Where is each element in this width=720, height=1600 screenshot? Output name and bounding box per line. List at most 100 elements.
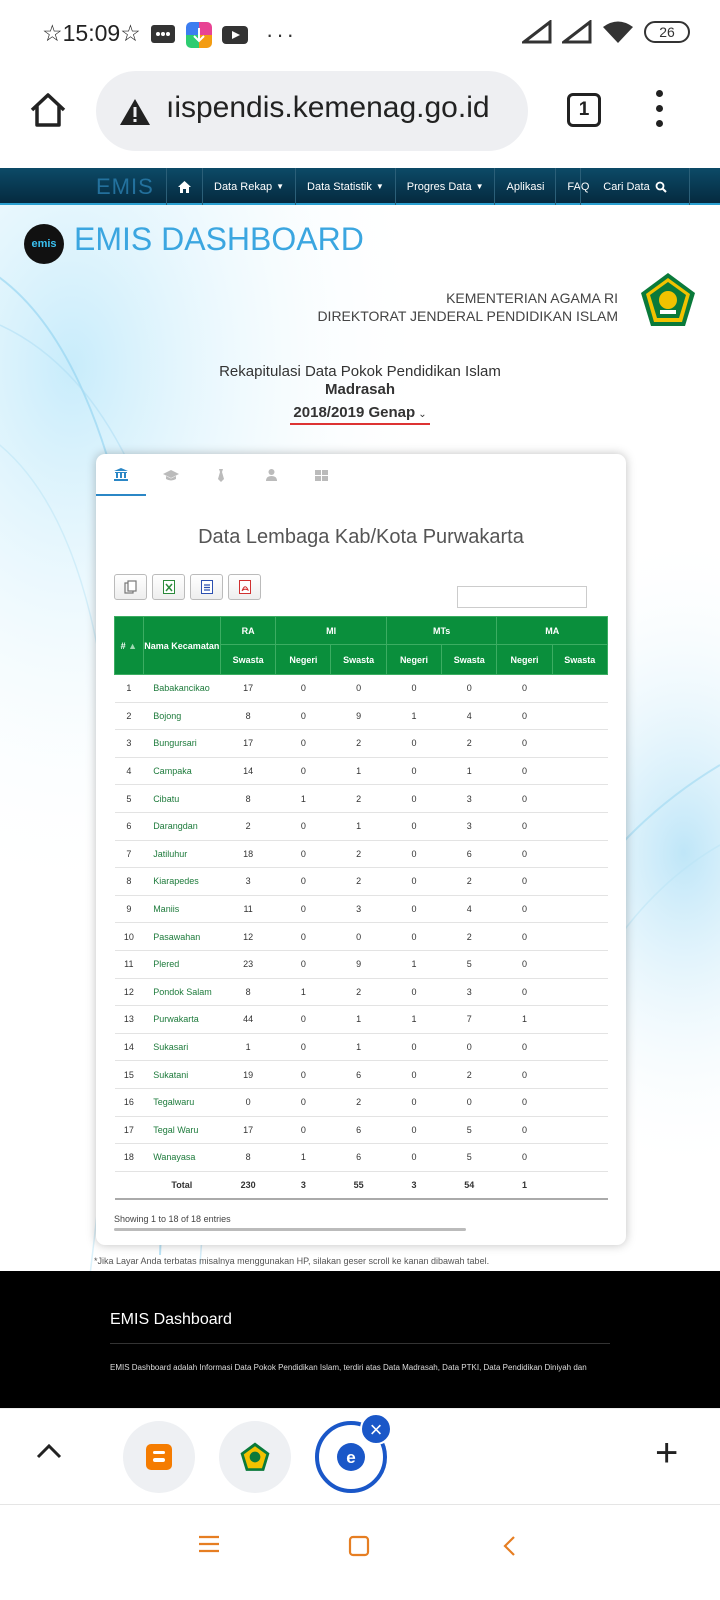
system-navigation — [0, 1504, 720, 1600]
horizontal-scrollbar[interactable] — [114, 1228, 466, 1231]
home-icon[interactable] — [28, 90, 68, 130]
header-kecamatan[interactable]: Nama Kecamatan — [142, 616, 221, 675]
site-navbar: EMIS Data Rekap ▼ Data Statistik ▼ Progres… — [0, 168, 720, 205]
card-tabs — [96, 454, 626, 496]
kecamatan-link[interactable]: Sukasari — [143, 1033, 221, 1062]
value-cell: 3 — [441, 978, 497, 1007]
tab-siswa[interactable] — [146, 454, 196, 496]
value-cell: 0 — [386, 1116, 442, 1145]
tab-kemenag[interactable] — [219, 1421, 291, 1493]
menu-icon[interactable] — [198, 1535, 220, 1553]
nav-aplikasi[interactable]: Aplikasi — [494, 168, 555, 205]
value-cell-clipped — [552, 757, 608, 786]
kecamatan-link[interactable]: Wanayasa — [143, 1143, 221, 1172]
nav-progres-data[interactable]: Progres Data ▼ — [394, 168, 495, 205]
kecamatan-link[interactable]: Cibatu — [143, 784, 221, 813]
kecamatan-link[interactable]: Darangdan — [143, 812, 221, 841]
kecamatan-link[interactable]: Bojong — [143, 702, 221, 731]
csv-button[interactable] — [190, 574, 223, 600]
row-number: 16 — [114, 1088, 144, 1117]
tab-switcher-button[interactable]: 1 — [567, 93, 601, 127]
kecamatan-link[interactable]: Plered — [143, 950, 221, 979]
kecamatan-link[interactable]: Pasawahan — [143, 922, 221, 951]
value-cell: 5 — [441, 1116, 497, 1145]
value-cell-clipped — [552, 922, 608, 951]
nav-data-statistik[interactable]: Data Statistik ▼ — [295, 168, 395, 205]
value-cell: 2 — [330, 729, 387, 758]
copy-button[interactable] — [114, 574, 147, 600]
value-cell: 1 — [275, 784, 331, 813]
header-mi-negeri[interactable]: Negeri — [275, 644, 332, 675]
table-row: 17 Tegal Waru 17 0 6 0 5 0 — [114, 1116, 608, 1145]
value-cell: 0 — [496, 674, 553, 703]
kecamatan-link[interactable]: Jatiluhur — [143, 840, 221, 869]
pdf-button[interactable] — [228, 574, 261, 600]
header-mi-swasta[interactable]: Swasta — [330, 644, 387, 675]
value-cell: 1 — [275, 1143, 331, 1172]
kecamatan-link[interactable]: Pondok Salam — [143, 978, 221, 1007]
table-search-input[interactable] — [457, 586, 587, 608]
value-cell: 1 — [386, 950, 442, 979]
tab-tendik[interactable] — [246, 454, 296, 496]
row-number: 2 — [114, 702, 144, 731]
table-scroll-area[interactable]: # ▲ Nama Kecamatan RA MI MTs MA Swasta N… — [114, 616, 608, 1200]
value-cell: 0 — [496, 840, 553, 869]
value-cell: 1 — [386, 702, 442, 731]
tab-lembaga[interactable] — [96, 454, 146, 496]
kecamatan-link[interactable]: Babakancikao — [143, 674, 221, 703]
nav-cari-data[interactable]: Cari Data — [580, 168, 690, 205]
nav-data-rekap[interactable]: Data Rekap ▼ — [202, 168, 295, 205]
value-cell: 3 — [330, 895, 387, 924]
row-number: 6 — [114, 812, 144, 841]
table-row: 13 Purwakarta 44 0 1 1 7 1 — [114, 1005, 608, 1034]
value-cell: 17 — [220, 1116, 276, 1145]
header-ma-swasta[interactable]: Swasta — [551, 644, 608, 675]
kecamatan-link[interactable]: Purwakarta — [143, 1005, 221, 1034]
row-number: 12 — [114, 978, 144, 1007]
home-square-icon[interactable] — [348, 1535, 370, 1557]
new-tab-icon[interactable]: + — [655, 1431, 678, 1476]
kecamatan-link[interactable]: Tegal Waru — [143, 1116, 221, 1145]
value-cell: 0 — [386, 840, 442, 869]
chevron-up-icon[interactable] — [36, 1443, 62, 1459]
excel-button[interactable] — [152, 574, 185, 600]
data-table: # ▲ Nama Kecamatan RA MI MTs MA Swasta N… — [114, 616, 608, 1200]
value-cell: 0 — [496, 784, 553, 813]
header-ma-negeri[interactable]: Negeri — [496, 644, 553, 675]
table-row: 3 Bungursari 17 0 2 0 2 0 — [114, 729, 608, 758]
kecamatan-link[interactable]: Tegalwaru — [143, 1088, 221, 1117]
tab-guru[interactable] — [196, 454, 246, 496]
header-mts-negeri[interactable]: Negeri — [385, 644, 443, 675]
address-bar[interactable]: ıispendis.kemenag.go.id — [96, 71, 528, 151]
warning-icon[interactable] — [118, 97, 152, 127]
total-row: Total 230 3 55 3 54 1 — [114, 1170, 608, 1200]
value-cell: 6 — [330, 1060, 387, 1089]
header-mts-swasta[interactable]: Swasta — [441, 644, 498, 675]
header-number[interactable]: # ▲ — [114, 616, 144, 675]
tab-blogger[interactable] — [123, 1421, 195, 1493]
period-select[interactable]: 2018/2019 Genap ⌄ — [0, 404, 720, 425]
value-cell: 2 — [330, 784, 387, 813]
value-cell: 4 — [441, 895, 497, 924]
navbar-logo[interactable]: EMIS — [96, 174, 154, 200]
header-ra-swasta[interactable]: Swasta — [219, 644, 277, 675]
back-icon[interactable] — [502, 1535, 516, 1557]
total-cell: 55 — [330, 1170, 387, 1200]
total-cell: 3 — [386, 1170, 442, 1200]
browser-menu-icon[interactable] — [656, 90, 664, 135]
kecamatan-link[interactable]: Bungursari — [143, 729, 221, 758]
value-cell: 19 — [220, 1060, 276, 1089]
url-text[interactable]: ıispendis.kemenag.go.id — [166, 91, 516, 125]
kecamatan-link[interactable]: Sukatani — [143, 1060, 221, 1089]
value-cell: 23 — [220, 950, 276, 979]
close-tab-icon[interactable]: × — [360, 1413, 392, 1445]
kecamatan-link[interactable]: Maniis — [143, 895, 221, 924]
kecamatan-link[interactable]: Campaka — [143, 757, 221, 786]
value-cell: 0 — [386, 674, 442, 703]
tab-lainnya[interactable] — [296, 454, 346, 496]
kecamatan-link[interactable]: Kiarapedes — [143, 867, 221, 896]
value-cell: 17 — [220, 729, 276, 758]
nav-home[interactable] — [166, 168, 202, 205]
value-cell: 6 — [330, 1143, 387, 1172]
browser-tab-bar: e × + — [0, 1408, 720, 1504]
